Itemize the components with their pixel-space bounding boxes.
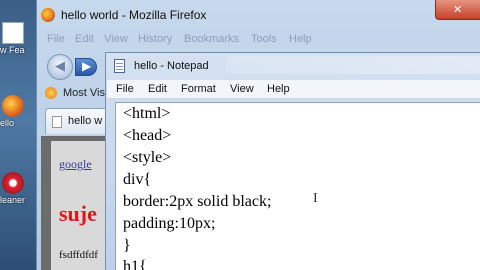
firefox-titlebar[interactable]: hello world - Mozilla Firefox ✕ bbox=[37, 0, 480, 32]
menu-view[interactable]: View bbox=[230, 83, 254, 95]
code-line: <style> bbox=[123, 149, 172, 166]
desktop-icon-label: ello bbox=[0, 118, 15, 128]
desktop-icon-label: w Fea bbox=[0, 45, 25, 55]
firefox-menubar: File Edit View History Bookmarks Tools H… bbox=[37, 33, 480, 49]
forward-arrow-icon: ▶ bbox=[82, 59, 92, 73]
page-link-google[interactable]: google bbox=[59, 157, 92, 172]
desktop-icon-document[interactable]: w Fea bbox=[0, 22, 36, 55]
page-text: fsdffdfdf bbox=[59, 249, 98, 261]
menu-history[interactable]: History bbox=[138, 33, 172, 45]
firefox-icon bbox=[2, 95, 24, 117]
desktop-icon-firefox[interactable]: ello bbox=[0, 95, 36, 128]
back-button[interactable]: ◀ bbox=[47, 54, 73, 80]
menu-help[interactable]: Help bbox=[267, 83, 290, 95]
menu-format[interactable]: Format bbox=[181, 83, 216, 95]
text-cursor-icon: I bbox=[313, 191, 318, 206]
menu-bookmarks[interactable]: Bookmarks bbox=[184, 33, 239, 45]
firefox-logo-icon bbox=[41, 8, 55, 22]
tab-label: hello w bbox=[68, 115, 103, 127]
notepad-window-title: hello - Notepad bbox=[134, 60, 209, 72]
firefox-window-title: hello world - Mozilla Firefox bbox=[61, 8, 207, 22]
cleaner-icon bbox=[2, 172, 24, 194]
menu-view[interactable]: View bbox=[104, 33, 128, 45]
page-heading: suje bbox=[59, 201, 97, 226]
aero-glass-reflection bbox=[226, 56, 480, 74]
bookmark-most-visited[interactable]: Most Visi bbox=[63, 87, 107, 99]
menu-file[interactable]: File bbox=[116, 83, 134, 95]
page-icon bbox=[52, 116, 62, 128]
menu-tools[interactable]: Tools bbox=[251, 33, 277, 45]
code-line: <head> bbox=[123, 127, 172, 144]
menu-edit[interactable]: Edit bbox=[148, 83, 167, 95]
menu-help[interactable]: Help bbox=[289, 33, 312, 45]
code-line: } bbox=[123, 237, 131, 254]
notepad-titlebar[interactable]: hello - Notepad bbox=[106, 53, 480, 79]
close-icon: ✕ bbox=[453, 3, 463, 16]
desktop-icon-cleaner[interactable]: leaner bbox=[0, 172, 36, 205]
close-button[interactable]: ✕ bbox=[435, 0, 480, 20]
code-line: div{ bbox=[123, 171, 152, 188]
notepad-window: hello - Notepad File Edit Format View He… bbox=[105, 52, 480, 270]
menu-edit[interactable]: Edit bbox=[75, 33, 94, 45]
code-line: border:2px solid black; bbox=[123, 193, 272, 210]
code-line: <html> bbox=[123, 105, 171, 122]
desktop-icon-label: leaner bbox=[0, 195, 26, 205]
menu-file[interactable]: File bbox=[47, 33, 65, 45]
document-icon bbox=[2, 22, 24, 44]
code-line: padding:10px; bbox=[123, 215, 216, 232]
bookmark-icon bbox=[45, 87, 57, 99]
notepad-text-editor[interactable]: <html> <head> <style> div{ border:2px so… bbox=[115, 102, 480, 270]
code-line: h1{ bbox=[123, 258, 147, 270]
notepad-menubar: File Edit Format View Help bbox=[107, 80, 480, 99]
forward-button[interactable]: ▶ bbox=[75, 58, 97, 76]
back-arrow-icon: ◀ bbox=[55, 59, 65, 74]
notepad-icon bbox=[114, 59, 125, 73]
